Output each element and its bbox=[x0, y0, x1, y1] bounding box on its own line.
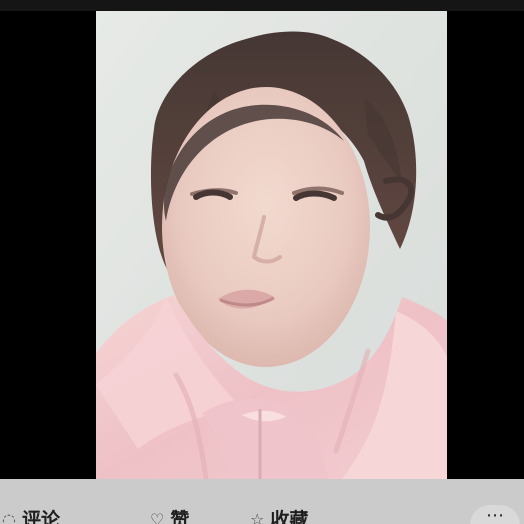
comment-button[interactable]: ◌ 评论 bbox=[2, 509, 60, 524]
like-icon: ♡ bbox=[150, 510, 165, 524]
more-icon: ⋯ bbox=[486, 505, 504, 524]
favorite-button[interactable]: ☆ 收藏 bbox=[250, 509, 308, 524]
favorite-label: 收藏 bbox=[270, 509, 309, 524]
comment-label: 评论 bbox=[21, 509, 60, 524]
comment-icon: ◌ bbox=[2, 510, 16, 524]
bottom-action-bar: ◌ 评论 ♡ 赞 ☆ 收藏 ⋯ bbox=[0, 479, 524, 524]
photo-viewer-screen: ◌ 评论 ♡ 赞 ☆ 收藏 ⋯ bbox=[0, 0, 524, 524]
like-label: 赞 bbox=[170, 509, 190, 524]
selfie-photo bbox=[96, 11, 447, 479]
like-button[interactable]: ♡ 赞 bbox=[150, 509, 189, 524]
more-button[interactable]: ⋯ bbox=[470, 505, 520, 524]
star-icon: ☆ bbox=[250, 510, 265, 524]
photo-viewer[interactable] bbox=[96, 11, 447, 479]
status-strip bbox=[0, 0, 524, 11]
